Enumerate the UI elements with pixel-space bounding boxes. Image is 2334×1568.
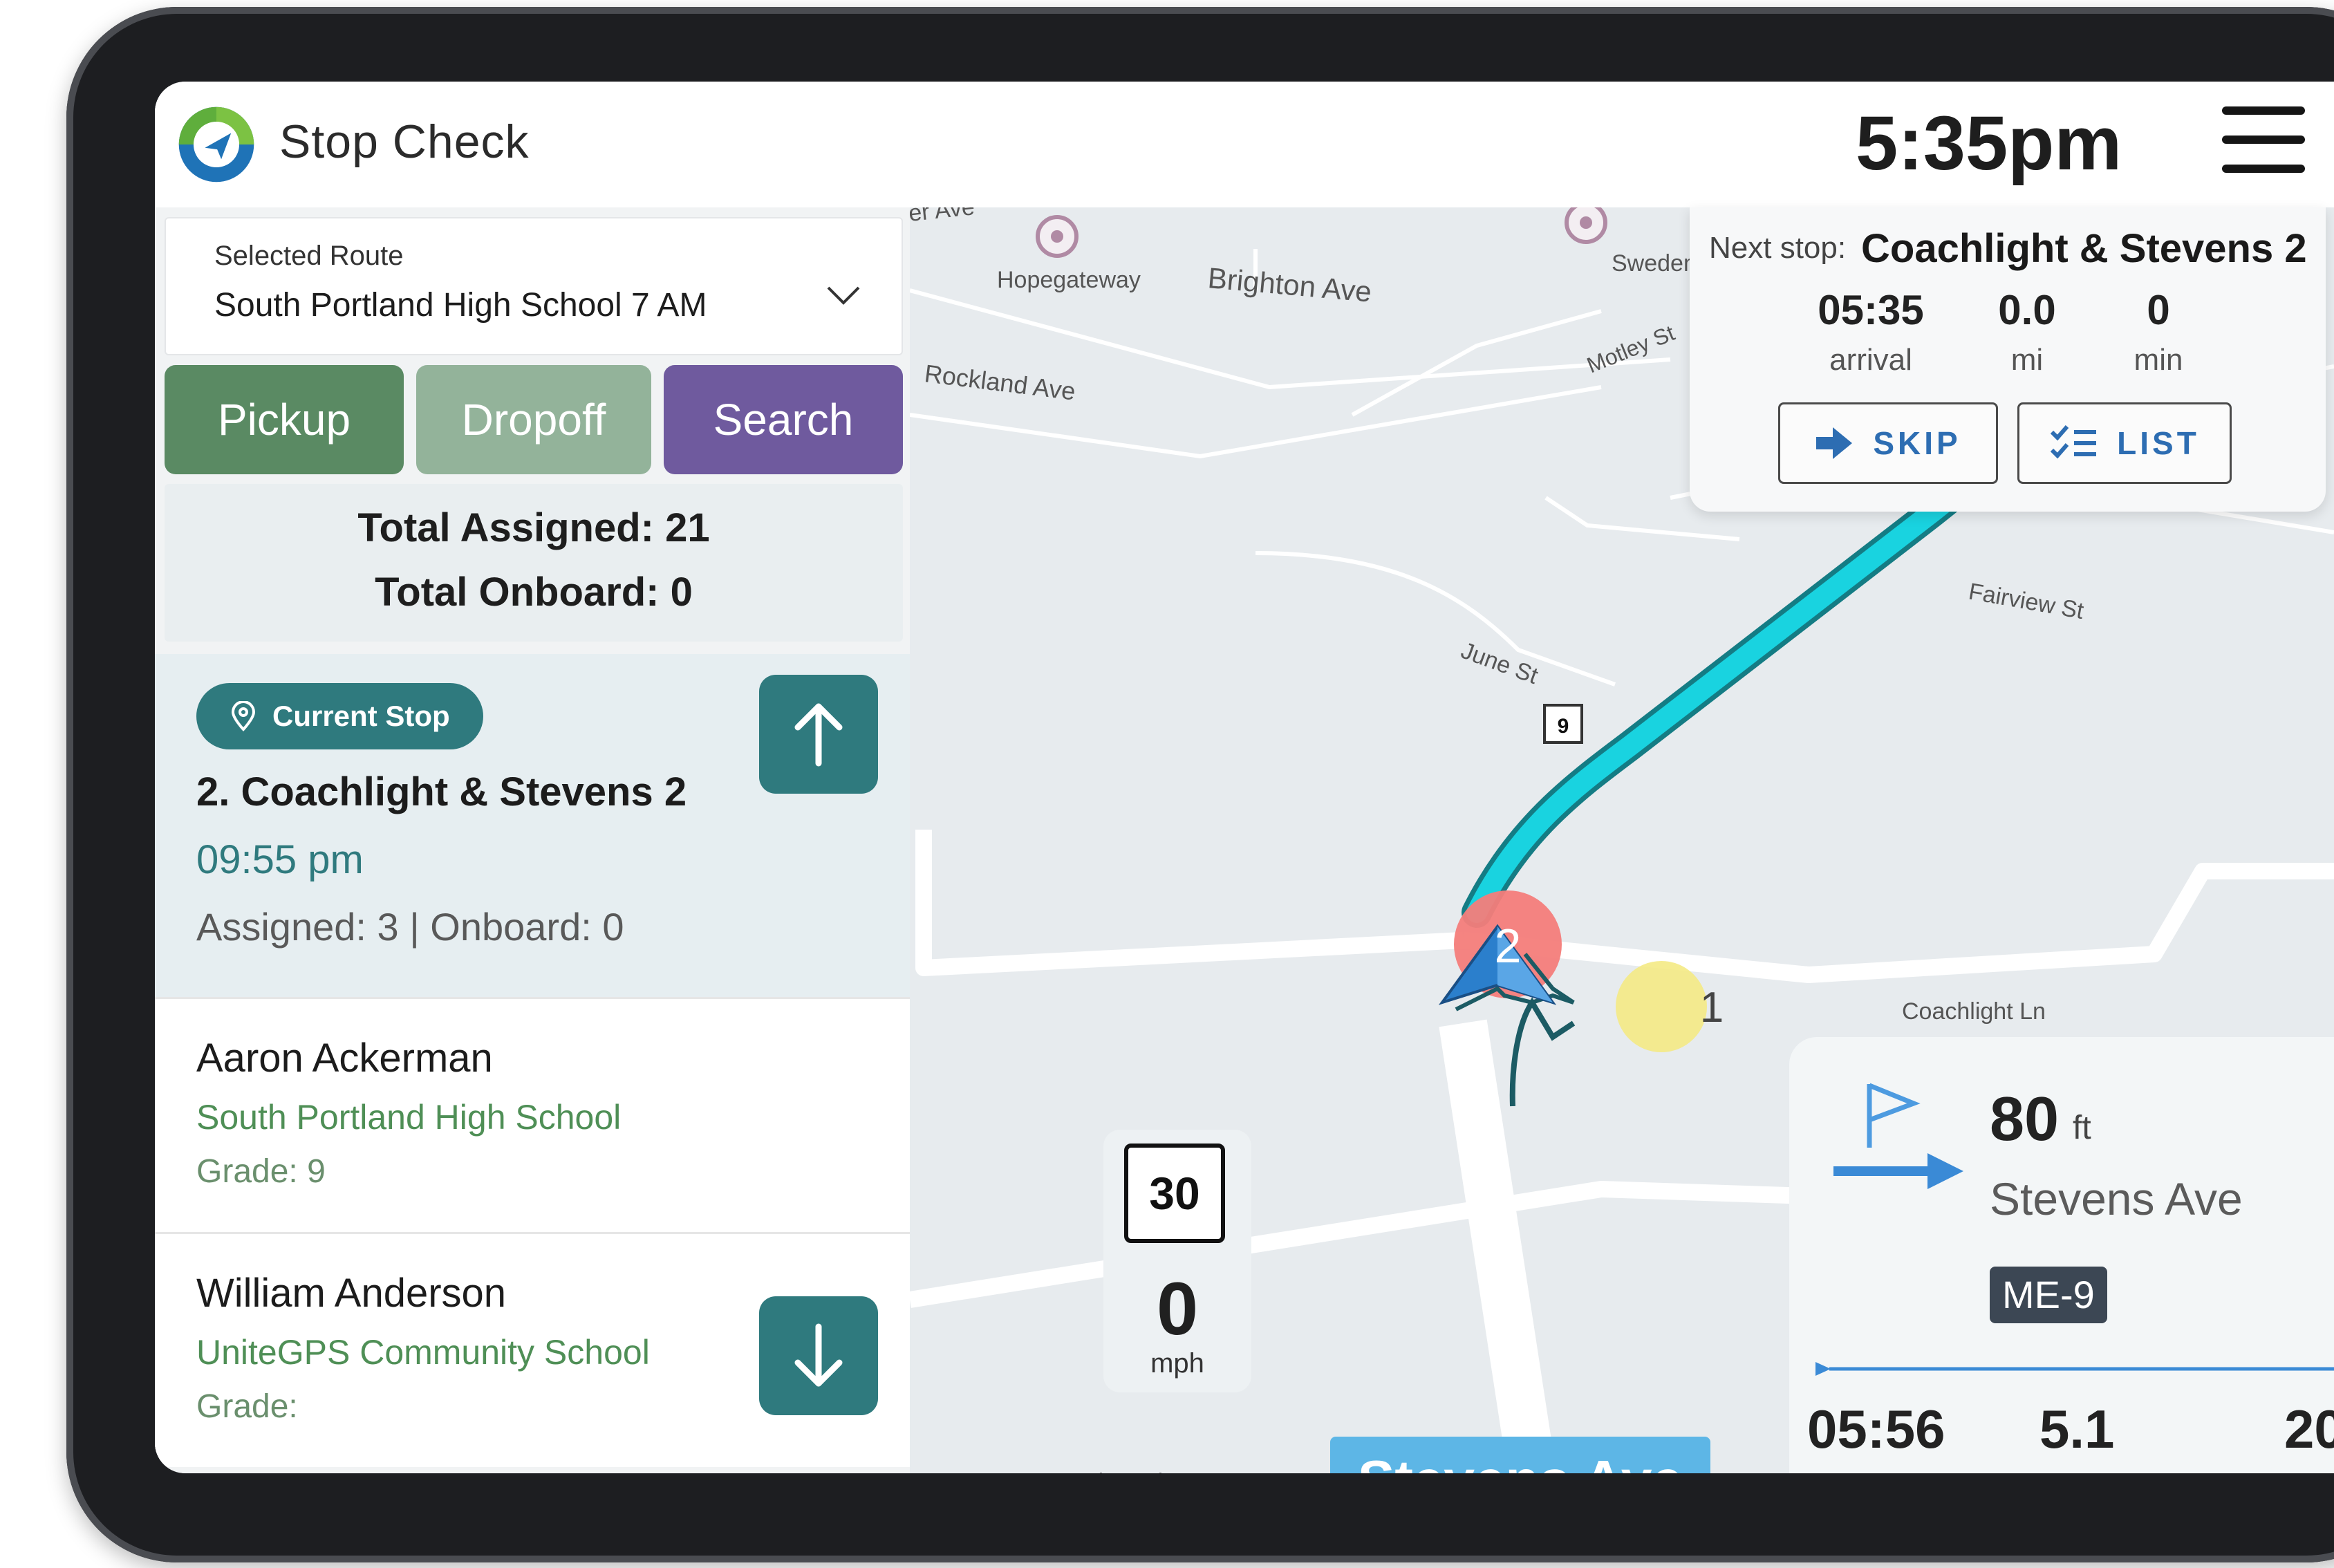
student-school: South Portland High School [196, 1098, 622, 1137]
turn-street: Stevens Ave [1990, 1173, 2243, 1224]
next-stop-arrival-label: arrival [1829, 343, 1912, 377]
student-name: William Anderson [196, 1271, 507, 1316]
speed-panel: 30 0 mph [1103, 1130, 1251, 1392]
street-label: Hopegateway [997, 267, 1141, 293]
route-number: 9 [1558, 715, 1569, 738]
total-assigned: Total Assigned: 21 [357, 505, 710, 550]
current-stop-counts: Assigned: 3 | Onboard: 0 [196, 905, 624, 949]
trip-progress-bar [1815, 1362, 2334, 1376]
trip-arrival-label: arrival [1820, 1471, 1921, 1473]
street-label: Rockland Ave [923, 359, 1077, 405]
stop-marker-previous-label: 1 [1700, 984, 1724, 1032]
current-stop-time: 09:55 pm [196, 837, 364, 882]
route-selector[interactable]: Selected Route South Portland High Schoo… [165, 217, 903, 355]
stop-marker-previous[interactable] [1616, 961, 1707, 1052]
next-stop-card: Next stop: Coachlight & Stevens 2 05:35 … [1690, 207, 2326, 512]
turn-distance: 80 [1990, 1085, 2060, 1154]
skip-arrow-icon [1816, 427, 1853, 459]
trip-arrival: 05:56 [1807, 1399, 1945, 1459]
poi-pin-icon [1036, 215, 1079, 258]
list-button[interactable]: LIST [2017, 402, 2232, 484]
arrow-down-icon [794, 1323, 843, 1387]
current-speed: 0 [1156, 1267, 1199, 1350]
trip-distance-unit: mi [2056, 1471, 2095, 1473]
pickup-button[interactable]: Pickup [165, 365, 404, 474]
stops-panel: Selected Route South Portland High Schoo… [155, 207, 910, 1473]
next-stop-button[interactable] [759, 1296, 878, 1415]
poi-pin-icon [1565, 207, 1607, 244]
search-button[interactable]: Search [664, 365, 903, 474]
next-stop-minutes-unit: min [2134, 343, 2183, 377]
stop-marker-next-label: 2 [1495, 919, 1522, 973]
street-label: Brighton Ave [1206, 261, 1373, 308]
app-header: Stop Check 5:35pm [155, 82, 2334, 207]
skip-button[interactable]: SKIP [1778, 402, 1998, 484]
checklist-icon [2051, 425, 2097, 459]
current-stop-card[interactable]: Current Stop 2. Coachlight & Stevens 2 0… [155, 654, 910, 997]
student-row[interactable]: Aaron Ackerman South Portland High Schoo… [155, 997, 910, 1232]
location-pin-icon [231, 701, 256, 731]
next-stop-distance-unit: mi [2010, 343, 2044, 377]
street-label: Coachlight Ln [1902, 998, 2046, 1025]
route-shield: ME-9 [1990, 1267, 2107, 1323]
clock: 5:35pm [1856, 101, 2122, 186]
speed-unit: mph [1150, 1348, 1204, 1379]
list-label: LIST [2117, 425, 2200, 461]
current-stop-badge: Current Stop [196, 683, 483, 749]
hamburger-menu-icon[interactable] [2222, 106, 2305, 183]
next-stop-label: Next stop: [1709, 231, 1847, 265]
trip-minutes: 20 [2284, 1399, 2334, 1459]
destination-flag-icon [1833, 1083, 1963, 1189]
previous-stop-button[interactable] [759, 675, 878, 794]
turn-guidance-card: 80 ft Stevens Ave ME-9 05:56 arrival 5.1… [1789, 1037, 2334, 1473]
next-stop-name: Coachlight & Stevens 2 [1861, 226, 2307, 271]
student-grade: Grade: 9 [196, 1153, 326, 1190]
total-onboard: Total Onboard: 0 [375, 570, 693, 615]
current-street-pill: Stevens Ave [1330, 1437, 1710, 1473]
street-label: Fairview St [1967, 578, 2086, 624]
student-row[interactable]: William Anderson UniteGPS Community Scho… [155, 1232, 910, 1467]
dropoff-button[interactable]: Dropoff [416, 365, 651, 474]
route-label: Selected Route [214, 241, 404, 271]
skip-label: SKIP [1873, 425, 1961, 461]
trip-minutes-unit: min [2281, 1471, 2334, 1473]
turn-distance-unit: ft [2073, 1110, 2091, 1146]
arrow-up-icon [794, 703, 843, 767]
next-stop-distance: 0.0 [1998, 287, 2056, 333]
current-stop-name: 2. Coachlight & Stevens 2 [196, 769, 687, 814]
student-school: UniteGPS Community School [196, 1333, 650, 1372]
street-label: ter Ave [910, 207, 976, 227]
app-screen: Stop Check 5:35pm Selected Route South P… [155, 82, 2334, 1473]
app-title: Stop Check [279, 115, 530, 168]
totals-summary: Total Assigned: 21 Total Onboard: 0 [165, 484, 903, 642]
app-logo-icon [178, 106, 254, 183]
student-name: Aaron Ackerman [196, 1036, 493, 1081]
current-stop-badge-label: Current Stop [272, 700, 450, 732]
street-label: June St [1457, 637, 1542, 689]
map-provider-logo: tomtom [1096, 1464, 1215, 1473]
street-label: Motley St [1583, 320, 1678, 377]
trip-distance: 5.1 [2039, 1399, 2115, 1459]
next-stop-arrival: 05:35 [1818, 287, 1924, 333]
chevron-down-icon[interactable] [823, 274, 864, 315]
next-stop-minutes: 0 [2147, 287, 2170, 333]
route-value: South Portland High School 7 AM [214, 287, 707, 324]
student-grade: Grade: [196, 1388, 298, 1425]
speed-limit-sign: 30 [1124, 1144, 1225, 1243]
